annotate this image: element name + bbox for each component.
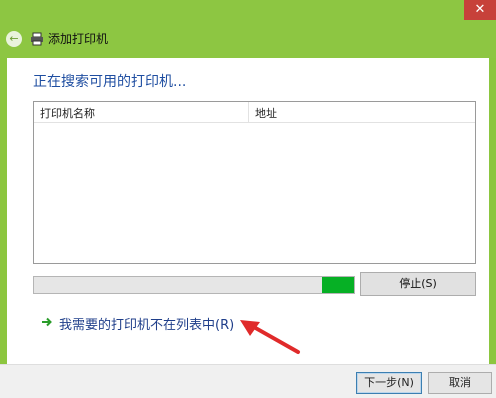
green-arrow-icon xyxy=(42,317,52,327)
column-header-name[interactable]: 打印机名称 xyxy=(40,105,95,121)
search-status-heading: 正在搜索可用的打印机... xyxy=(33,74,187,90)
list-header: 打印机名称 地址 xyxy=(34,102,475,123)
cancel-button[interactable]: 取消 xyxy=(428,372,492,394)
window-title: 添加打印机 xyxy=(48,32,109,46)
next-button[interactable]: 下一步(N) xyxy=(356,372,422,394)
progress-fill xyxy=(322,277,354,293)
search-progress-bar xyxy=(33,276,355,294)
red-annotation-arrow xyxy=(240,320,300,354)
column-separator[interactable] xyxy=(248,102,249,122)
dialog-footer: 下一步(N) 取消 xyxy=(0,364,496,398)
printer-list[interactable]: 打印机名称 地址 xyxy=(33,101,476,264)
stop-button[interactable]: 停止(S) xyxy=(360,272,476,296)
printer-icon xyxy=(31,32,43,46)
back-arrow-icon: ← xyxy=(9,32,19,45)
printer-not-listed-label: 我需要的打印机不在列表中(R) xyxy=(59,318,235,333)
title-bar: ✕ ← 添加打印机 xyxy=(0,0,496,58)
column-header-address[interactable]: 地址 xyxy=(255,105,277,121)
back-button[interactable]: ← xyxy=(6,31,22,47)
close-icon: ✕ xyxy=(474,2,486,17)
close-button[interactable]: ✕ xyxy=(464,0,496,20)
